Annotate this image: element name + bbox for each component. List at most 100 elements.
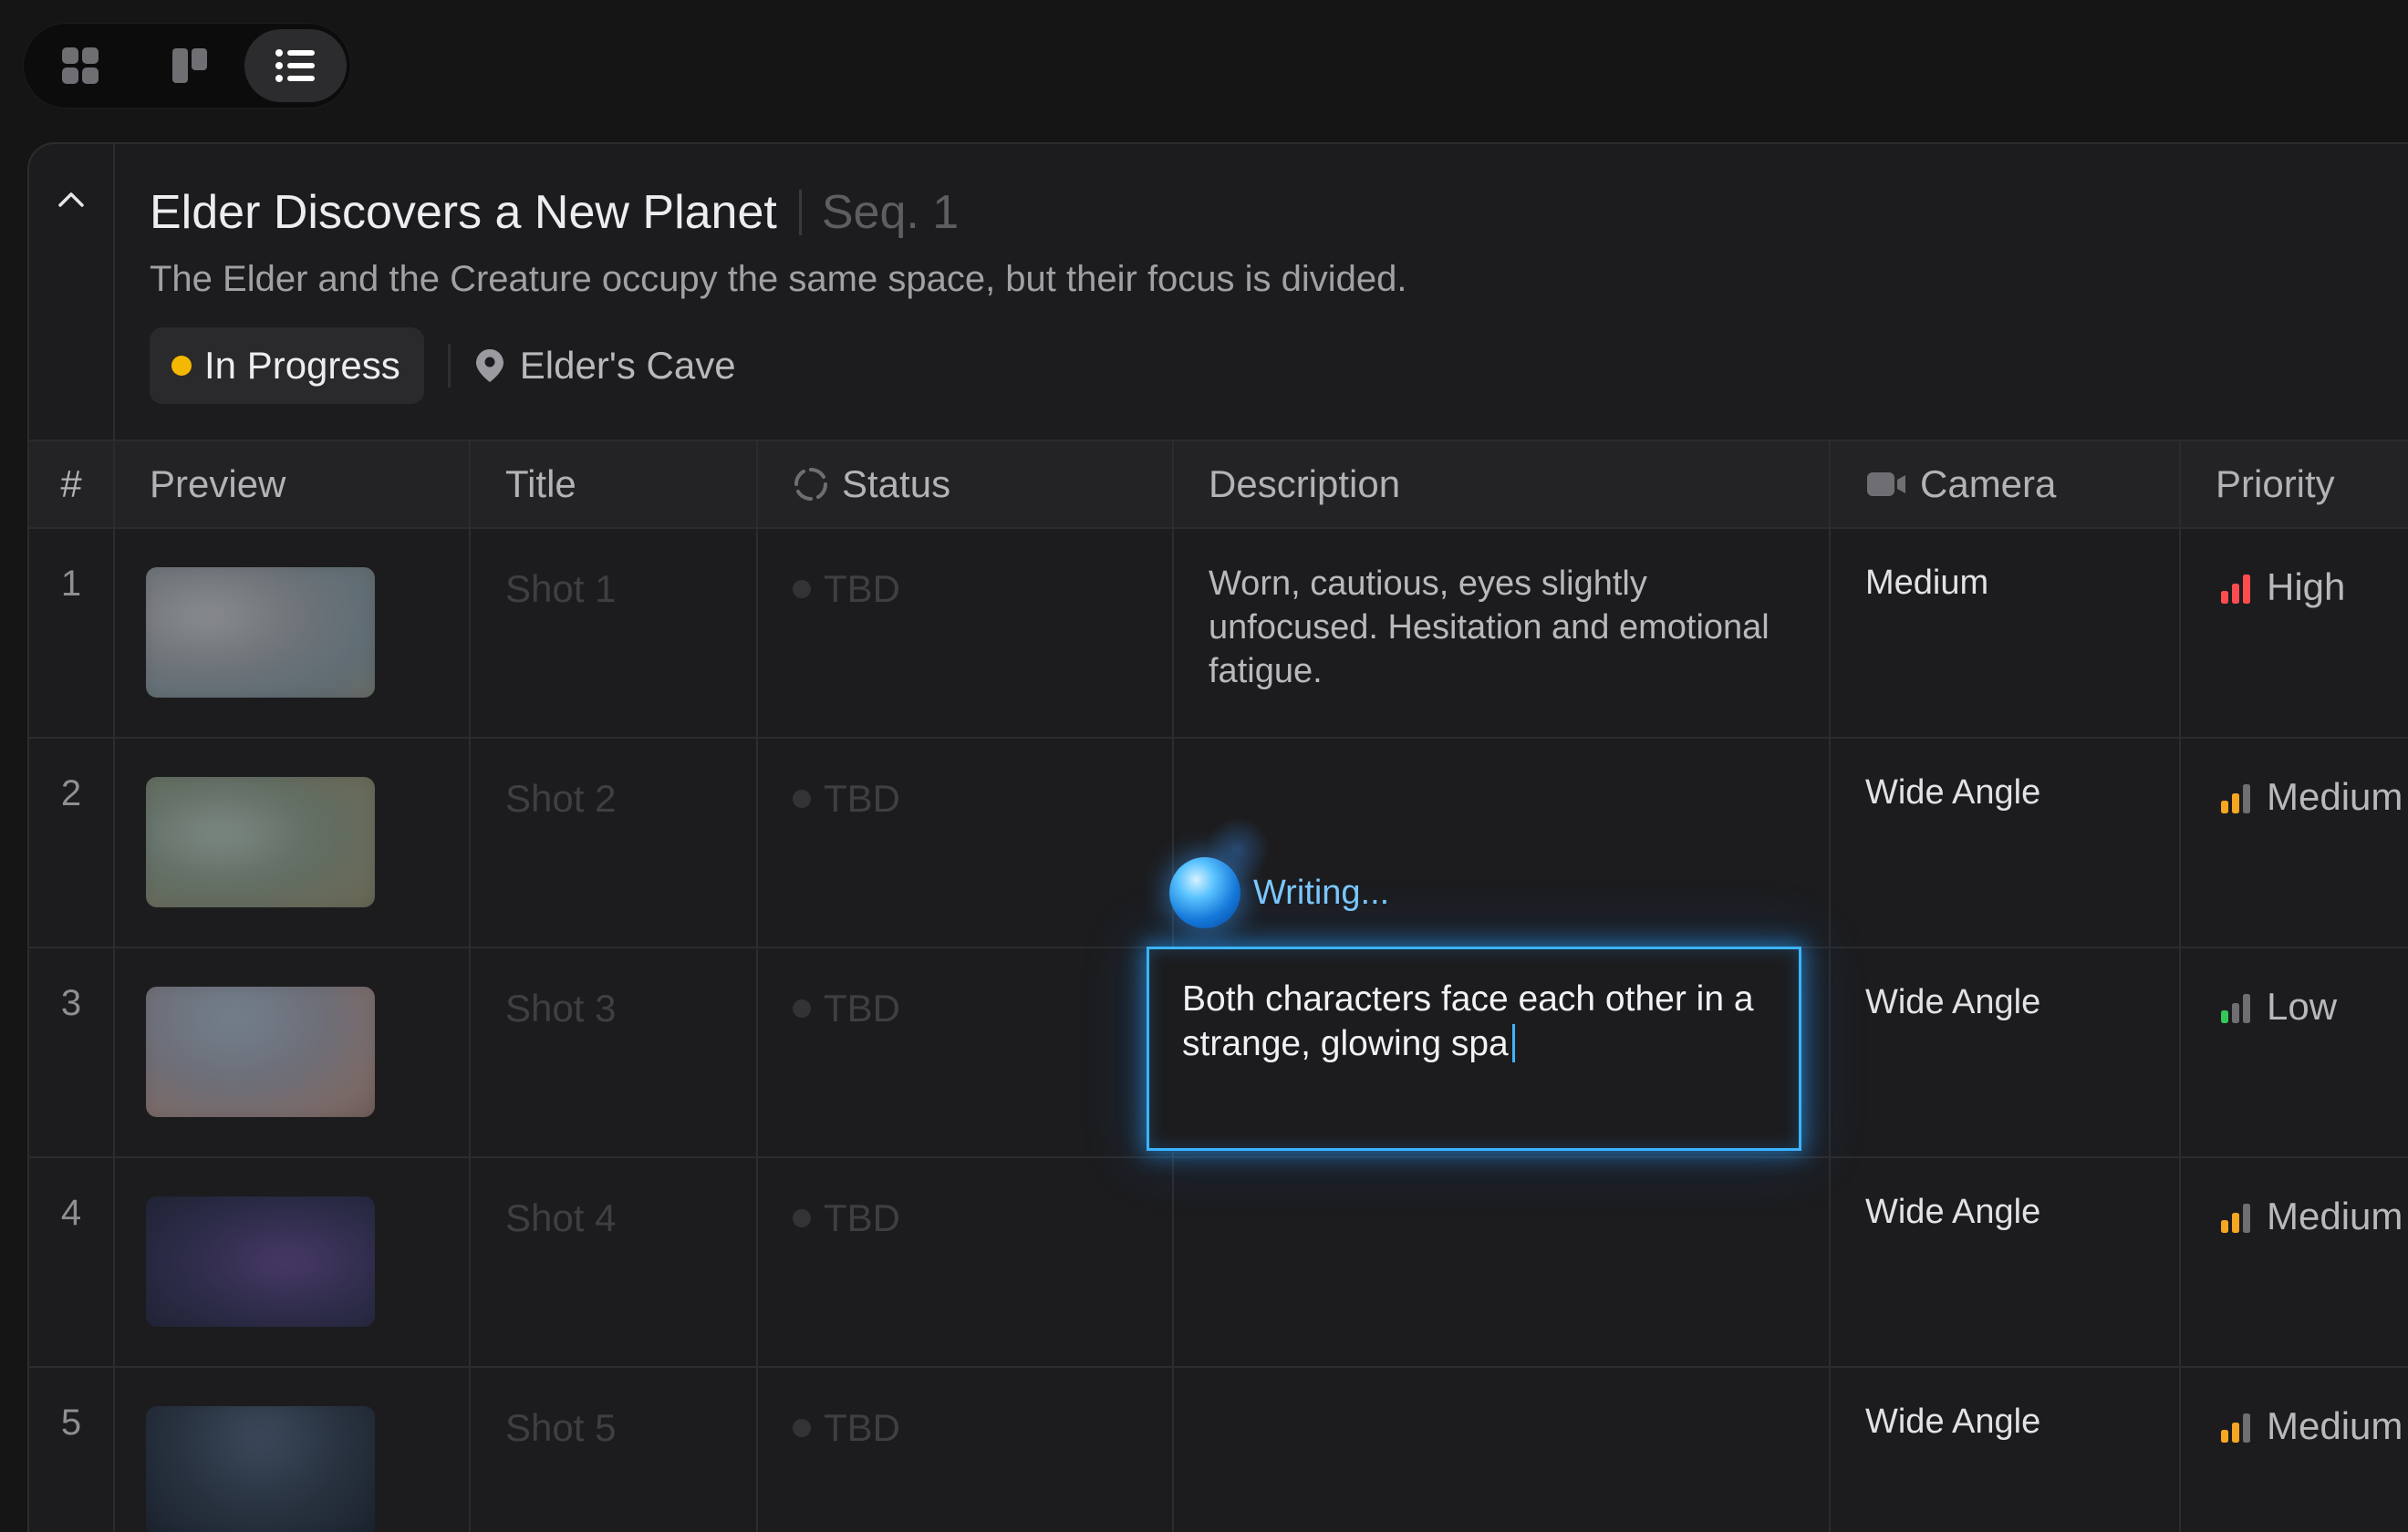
- title-divider: [798, 190, 802, 235]
- shot-thumbnail[interactable]: [146, 777, 375, 907]
- column-header-preview-label: Preview: [150, 462, 286, 505]
- meta-divider: [447, 344, 451, 388]
- shot-description-cell[interactable]: [1174, 1158, 1831, 1366]
- text-caret: [1511, 1024, 1515, 1062]
- preview-cell[interactable]: [115, 529, 471, 737]
- preview-cell[interactable]: [115, 948, 471, 1156]
- description-edit-field[interactable]: Both characters face each other in a str…: [1147, 947, 1801, 1151]
- shot-status-cell[interactable]: TBD: [758, 529, 1174, 737]
- row-number: 5: [29, 1368, 115, 1532]
- shot-title-cell[interactable]: Shot 2: [471, 739, 758, 947]
- location-label: Elder's Cave: [519, 344, 736, 387]
- shot-title-cell[interactable]: Shot 5: [471, 1368, 758, 1532]
- column-header-description[interactable]: Description: [1174, 441, 1831, 527]
- preview-cell[interactable]: [115, 739, 471, 947]
- video-camera-icon: [1867, 472, 1905, 496]
- shot-camera-cell[interactable]: Wide Angle: [1831, 739, 2181, 947]
- column-header-preview[interactable]: Preview: [115, 441, 471, 527]
- thumbnail-image: [146, 1196, 375, 1327]
- shot-priority-cell[interactable]: Medium: [2181, 1158, 2408, 1366]
- sequence-location[interactable]: Elder's Cave: [474, 344, 736, 388]
- priority-label: Medium: [2267, 1195, 2403, 1237]
- shot-description-cell[interactable]: [1174, 1368, 1831, 1532]
- status-dot: [793, 999, 811, 1018]
- shot-camera-cell[interactable]: Wide Angle: [1831, 948, 2181, 1156]
- shot-status-cell[interactable]: TBD: [758, 1158, 1174, 1366]
- location-pin-icon: [475, 349, 503, 382]
- thumbnail-image: [146, 567, 375, 698]
- shot-priority-cell[interactable]: Medium: [2181, 1368, 2408, 1532]
- priority-bars-icon: [2221, 574, 2250, 604]
- row-number: 1: [29, 529, 115, 737]
- shot-description-cell[interactable]: Worn, cautious, eyes slightly unfocused.…: [1174, 529, 1831, 737]
- priority-label: Medium: [2267, 775, 2403, 818]
- shot-camera-cell[interactable]: Medium: [1831, 529, 2181, 737]
- shot-camera-cell[interactable]: Wide Angle: [1831, 1158, 2181, 1366]
- row-number: 4: [29, 1158, 115, 1366]
- sequence-title[interactable]: Elder Discovers a New Planet: [150, 185, 777, 240]
- shot-thumbnail[interactable]: [146, 987, 375, 1117]
- shot-status-label: TBD: [824, 567, 900, 610]
- sequence-number: Seq. 1: [821, 186, 960, 239]
- collapse-sequence-button[interactable]: [29, 144, 115, 440]
- column-header-status[interactable]: Status: [758, 441, 1174, 527]
- list-view-button[interactable]: [244, 29, 347, 102]
- shot-status-cell[interactable]: TBD: [758, 739, 1174, 947]
- column-header-priority[interactable]: Priority: [2181, 441, 2408, 527]
- status-loader-icon: [794, 467, 828, 502]
- column-header-number[interactable]: #: [29, 441, 115, 527]
- shot-status-label: TBD: [824, 987, 900, 1030]
- shot-priority-cell[interactable]: High: [2181, 529, 2408, 737]
- table-header: # Preview Title Status Description Camer…: [29, 440, 2408, 529]
- shot-title-cell[interactable]: Shot 4: [471, 1158, 758, 1366]
- chevron-up-icon: [58, 192, 84, 207]
- shot-thumbnail[interactable]: [146, 1196, 375, 1327]
- preview-cell[interactable]: [115, 1158, 471, 1366]
- thumbnail-image: [146, 1406, 375, 1532]
- grid-view-icon: [62, 47, 99, 84]
- view-switcher: [23, 23, 351, 109]
- priority-bars-icon: [2221, 1204, 2250, 1233]
- row-number: 2: [29, 739, 115, 947]
- shot-list-page: Elder Discovers a New Planet Seq. 1 The …: [0, 0, 2408, 1532]
- sequence-header: Elder Discovers a New Planet Seq. 1 The …: [150, 182, 2408, 404]
- priority-label: High: [2267, 565, 2346, 608]
- column-header-camera-label: Camera: [1920, 462, 2057, 505]
- shot-title-cell[interactable]: Shot 1: [471, 529, 758, 737]
- status-dot: [793, 580, 811, 598]
- shot-priority-cell[interactable]: Low: [2181, 948, 2408, 1156]
- sequence-description[interactable]: The Elder and the Creature occupy the sa…: [150, 259, 2408, 300]
- thumbnail-image: [146, 777, 375, 907]
- shot-priority-cell[interactable]: Medium: [2181, 739, 2408, 947]
- writing-status-label: Writing...: [1253, 873, 1390, 912]
- status-dot: [793, 790, 811, 808]
- column-header-title-label: Title: [505, 462, 576, 505]
- priority-bars-icon: [2221, 994, 2250, 1023]
- priority-label: Low: [2267, 985, 2338, 1028]
- shot-title-cell[interactable]: Shot 3: [471, 948, 758, 1156]
- table-row[interactable]: 1 Shot 1 TBD Worn, cautious, eyes slightly …: [29, 529, 2408, 739]
- shot-thumbnail[interactable]: [146, 567, 375, 698]
- board-view-icon: [172, 48, 207, 83]
- sequence-status-badge[interactable]: In Progress: [150, 327, 424, 404]
- grid-view-button[interactable]: [29, 29, 131, 102]
- column-header-camera[interactable]: Camera: [1831, 441, 2181, 527]
- status-dot: [793, 1209, 811, 1227]
- shot-status-label: TBD: [824, 1196, 900, 1239]
- preview-cell[interactable]: [115, 1368, 471, 1532]
- shot-thumbnail[interactable]: [146, 1406, 375, 1532]
- table-row[interactable]: 5 Shot 5 TBD Wide Angle Medium: [29, 1368, 2408, 1532]
- column-header-priority-label: Priority: [2216, 462, 2335, 505]
- priority-label: Medium: [2267, 1404, 2403, 1447]
- column-header-status-label: Status: [842, 462, 951, 505]
- shot-status-cell[interactable]: TBD: [758, 948, 1174, 1156]
- shot-status-cell[interactable]: TBD: [758, 1368, 1174, 1532]
- thumbnail-image: [146, 987, 375, 1117]
- board-view-button[interactable]: [139, 29, 241, 102]
- shot-status-label: TBD: [824, 777, 900, 820]
- column-header-title[interactable]: Title: [471, 441, 758, 527]
- shot-camera-cell[interactable]: Wide Angle: [1831, 1368, 2181, 1532]
- table-row[interactable]: 4 Shot 4 TBD Wide Angle Medium: [29, 1158, 2408, 1368]
- priority-bars-icon: [2221, 1413, 2250, 1443]
- status-dot: [793, 1419, 811, 1437]
